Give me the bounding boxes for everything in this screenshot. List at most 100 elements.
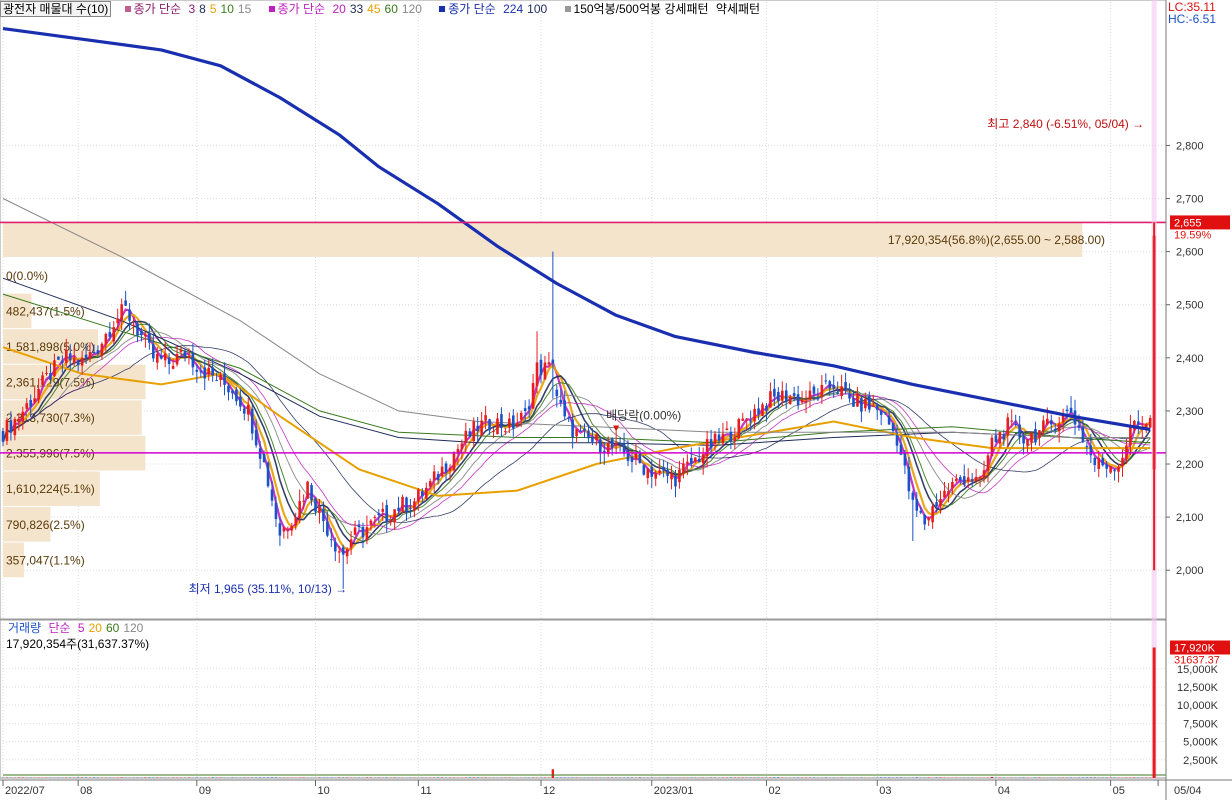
candle-body: [49, 373, 52, 380]
volume-bar: [1105, 777, 1108, 778]
candle-body: [1125, 445, 1128, 459]
profile-label: 1,610,224(5.1%): [6, 482, 95, 496]
volume-bar: [753, 777, 756, 778]
volume-bar: [571, 777, 574, 778]
candle-body: [179, 349, 183, 352]
candle-body: [25, 403, 29, 409]
ma-short-periods: 3 8 5 10 15: [188, 2, 255, 16]
volume-bar: [884, 777, 887, 778]
candle-body: [282, 527, 286, 532]
volume-bar: [824, 777, 827, 778]
candle-body: [175, 354, 179, 365]
candle-body: [417, 489, 420, 502]
volume-bar: [935, 777, 938, 778]
stock-chart: 17,920,354(56.8%)(2,655.00 ~ 2,588.00) 0(…: [0, 0, 1232, 800]
volume-bar: [270, 777, 273, 778]
candle-body: [199, 371, 203, 373]
volume-bar: [437, 777, 440, 778]
candle-body: [864, 398, 867, 409]
volume-bar: [611, 777, 614, 778]
candle-body: [484, 415, 487, 421]
candle-body: [294, 517, 298, 526]
volume-bar: [773, 777, 776, 778]
volume-bar: [1109, 777, 1112, 778]
candle-body: [266, 462, 270, 487]
volume-bar: [92, 777, 95, 778]
candle-body: [215, 380, 218, 382]
candle-body: [911, 492, 915, 500]
volume-spike: [551, 769, 555, 778]
volume-bar: [77, 777, 80, 778]
volume-bar: [274, 777, 277, 778]
candle-body: [80, 358, 84, 366]
candle-body: [452, 453, 456, 471]
volume-legend: 거래량 단순 5 20 60 120: [0, 621, 151, 635]
volume-tick-label: 7,500K: [1183, 718, 1219, 730]
candle-body: [587, 430, 590, 439]
candle-body: [828, 381, 832, 389]
candle-body: [895, 435, 899, 446]
candle-body: [729, 431, 733, 442]
candle-body: [424, 487, 428, 499]
candle-body: [1026, 439, 1029, 446]
candle-body: [290, 526, 294, 531]
volume-bar: [393, 777, 396, 778]
candle-body: [535, 362, 539, 386]
candle-body: [171, 365, 175, 369]
candle-body: [994, 435, 998, 443]
candle-body: [298, 501, 301, 518]
candle-body: [784, 390, 788, 402]
dividend-annotation: 배당락(0.00%): [606, 408, 681, 422]
candle-body: [140, 331, 143, 336]
candle-body: [1065, 409, 1069, 412]
period-20: 20: [332, 2, 346, 16]
candle-body: [725, 428, 729, 431]
candle-body: [116, 318, 120, 324]
candle-body: [1049, 420, 1053, 425]
volume-ma-periods: 5 20 60 120: [78, 621, 147, 635]
candle-body: [1093, 458, 1097, 466]
indicator-title[interactable]: 광전자 매물대 수(10): [0, 1, 112, 17]
candle-body: [72, 357, 76, 363]
period-120: 120: [123, 621, 144, 635]
price-tick-label: 2,500: [1176, 300, 1204, 312]
candle-body: [943, 490, 946, 498]
volume-bar: [733, 777, 736, 778]
candle-body: [1038, 430, 1041, 438]
candle-body: [68, 353, 72, 361]
pattern-strong-label: 150억봉/500억봉 강세패턴: [573, 2, 709, 16]
profile-label: 357,047(1.1%): [6, 553, 85, 567]
candle-body: [100, 343, 104, 357]
candle-body: [1101, 458, 1105, 466]
candle-body: [670, 473, 673, 480]
volume-bar: [769, 777, 772, 778]
candle-body: [1022, 436, 1025, 444]
candle-body: [108, 332, 112, 337]
date-tick-label: 11: [420, 785, 431, 797]
candle-body: [559, 399, 563, 404]
candle-body: [690, 457, 693, 465]
volume-bar: [156, 777, 159, 778]
volume-bar: [899, 777, 902, 778]
candle-body: [816, 397, 820, 400]
candle-body: [401, 496, 404, 512]
candle-body: [17, 418, 21, 422]
candle-body: [1077, 425, 1081, 428]
candle-body: [1014, 423, 1017, 426]
candle-body: [480, 420, 483, 436]
profile-label: 17,920,354(56.8%)(2,655.00 ~ 2,588.00): [888, 233, 1105, 247]
period-224: 224: [503, 2, 524, 16]
candle-body: [634, 453, 638, 460]
volume-bar: [761, 777, 764, 778]
candle-body: [931, 506, 934, 523]
candle-body: [820, 384, 824, 398]
volume-bar: [729, 777, 732, 778]
candle-body: [254, 429, 258, 446]
candle-body: [599, 439, 602, 454]
date-tick-label: 10: [318, 785, 330, 797]
candle-body: [887, 415, 891, 425]
candle-body: [717, 434, 721, 441]
profile-label: 790,826(2.5%): [6, 518, 85, 532]
candle-body: [318, 507, 321, 513]
candle-body: [53, 360, 56, 377]
